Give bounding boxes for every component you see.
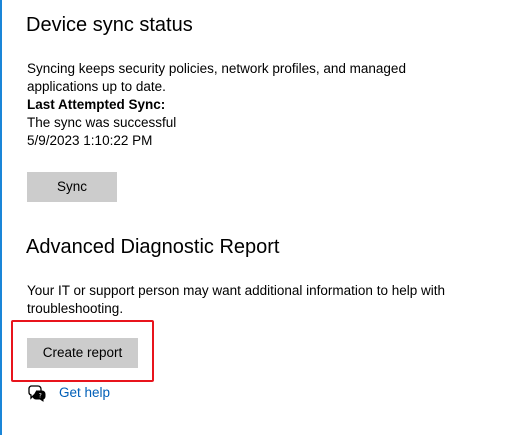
- window-left-border: [0, 0, 2, 435]
- last-sync-label: Last Attempted Sync:: [27, 97, 166, 112]
- sync-button[interactable]: Sync: [27, 172, 117, 202]
- advanced-report-title: Advanced Diagnostic Report: [26, 236, 280, 258]
- svg-text:?: ?: [39, 392, 42, 399]
- get-help-link[interactable]: Get help: [59, 384, 110, 402]
- sync-description: Syncing keeps security policies, network…: [27, 61, 406, 94]
- chat-help-icon: ?: [27, 384, 47, 402]
- last-sync-time: 5/9/2023 1:10:22 PM: [27, 133, 153, 148]
- advanced-report-description: Your IT or support person may want addit…: [27, 283, 445, 316]
- device-sync-title: Device sync status: [26, 14, 193, 36]
- create-report-button[interactable]: Create report: [27, 338, 138, 368]
- last-sync-result: The sync was successful: [27, 115, 177, 130]
